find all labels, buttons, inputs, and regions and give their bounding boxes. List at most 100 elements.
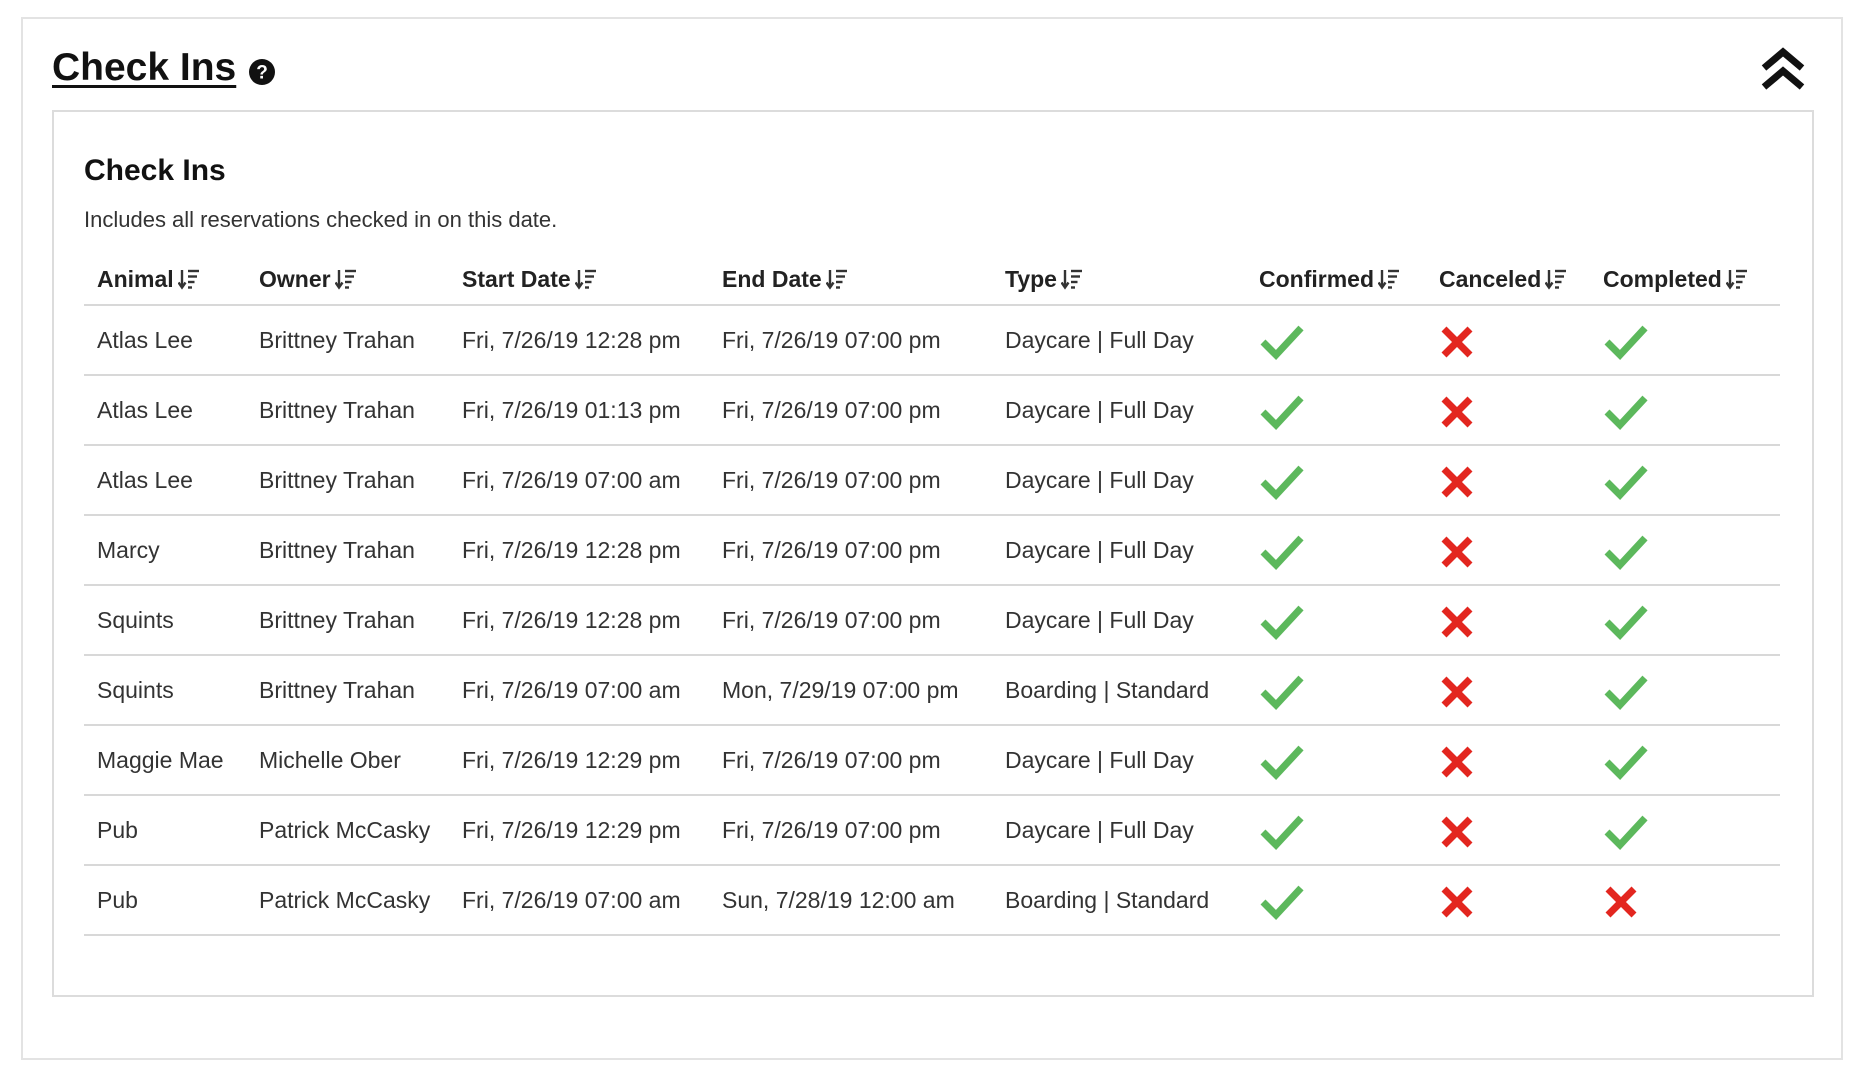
check-icon <box>1260 605 1304 641</box>
cross-icon <box>1441 606 1473 638</box>
report-title: Check Ins <box>84 154 226 187</box>
sort-descending-icon[interactable] <box>1725 268 1748 290</box>
start-date-cell: Fri, 7/26/19 07:00 am <box>449 655 709 726</box>
completed-cell <box>1590 795 1780 866</box>
canceled-cell <box>1426 375 1590 446</box>
double-chevron-up-icon[interactable] <box>1758 46 1808 94</box>
completed-cell <box>1590 305 1780 376</box>
canceled-cell <box>1426 655 1590 726</box>
check-icon <box>1604 605 1648 641</box>
column-header-label: Start Date <box>462 265 571 292</box>
canceled-cell <box>1426 725 1590 796</box>
owner-cell: Brittney Trahan <box>246 375 449 446</box>
column-header-label: Owner <box>259 265 331 292</box>
owner-cell: Patrick McCasky <box>246 865 449 936</box>
check-icon <box>1604 675 1648 711</box>
start-date-cell: Fri, 7/26/19 07:00 am <box>449 865 709 936</box>
animal-cell: Pub <box>84 865 246 936</box>
owner-cell: Brittney Trahan <box>246 515 449 586</box>
column-header-owner[interactable]: Owner <box>246 254 449 306</box>
check-icon <box>1604 465 1648 501</box>
sort-descending-icon[interactable] <box>1378 268 1400 290</box>
owner-cell: Brittney Trahan <box>246 305 449 376</box>
completed-cell <box>1590 515 1780 586</box>
animal-cell: Squints <box>84 585 246 656</box>
owner-cell: Brittney Trahan <box>246 655 449 726</box>
canceled-cell <box>1426 795 1590 866</box>
type-cell: Daycare | Full Day <box>992 585 1246 656</box>
type-cell: Daycare | Full Day <box>992 375 1246 446</box>
end-date-cell: Sun, 7/28/19 12:00 am <box>709 865 992 936</box>
check-icon <box>1260 325 1304 361</box>
canceled-cell <box>1426 585 1590 656</box>
sort-descending-icon[interactable] <box>177 268 200 290</box>
animal-cell: Squints <box>84 655 246 726</box>
column-header-label: Completed <box>1603 265 1722 292</box>
column-header-label: Canceled <box>1439 265 1542 292</box>
table-header-row: Animal Owner Start Date End Date Type Confirm… <box>84 254 1780 306</box>
owner-cell: Brittney Trahan <box>246 585 449 656</box>
start-date-cell: Fri, 7/26/19 12:28 pm <box>449 515 709 586</box>
type-cell: Daycare | Full Day <box>992 725 1246 796</box>
owner-cell: Brittney Trahan <box>246 445 449 516</box>
sort-descending-icon[interactable] <box>1545 268 1567 290</box>
cross-icon <box>1441 466 1473 498</box>
confirmed-cell <box>1246 795 1426 866</box>
check-icon <box>1260 675 1304 711</box>
check-icon <box>1604 395 1648 431</box>
table-row: Pub Patrick McCasky Fri, 7/26/19 07:00 am S… <box>84 865 1780 936</box>
animal-cell: Atlas Lee <box>84 375 246 446</box>
animal-cell: Pub <box>84 795 246 866</box>
column-header-label: Type <box>1005 265 1057 292</box>
report-subtitle: Includes all reservations checked in on … <box>84 207 558 232</box>
sort-descending-icon[interactable] <box>1060 268 1083 290</box>
column-header-animal[interactable]: Animal <box>84 254 246 306</box>
sort-descending-icon[interactable] <box>574 268 597 290</box>
confirmed-cell <box>1246 655 1426 726</box>
panel-title-link[interactable]: Check Ins <box>52 46 236 90</box>
completed-cell <box>1590 375 1780 446</box>
sort-descending-icon[interactable] <box>825 268 848 290</box>
table-row: Atlas Lee Brittney Trahan Fri, 7/26/19 01:… <box>84 375 1780 446</box>
column-header-label: Confirmed <box>1259 265 1374 292</box>
type-cell: Daycare | Full Day <box>992 795 1246 866</box>
end-date-cell: Fri, 7/26/19 07:00 pm <box>709 585 992 656</box>
table-row: Squints Brittney Trahan Fri, 7/26/19 07:00… <box>84 655 1780 726</box>
column-header-end-date[interactable]: End Date <box>709 254 992 306</box>
completed-cell <box>1590 445 1780 516</box>
cross-icon <box>1441 816 1473 848</box>
column-header-type[interactable]: Type <box>992 254 1246 306</box>
start-date-cell: Fri, 7/26/19 01:13 pm <box>449 375 709 446</box>
confirmed-cell <box>1246 515 1426 586</box>
table-body: Atlas Lee Brittney Trahan Fri, 7/26/19 12:… <box>84 305 1780 936</box>
question-circle-icon[interactable]: ? <box>248 58 276 86</box>
check-icon <box>1260 815 1304 851</box>
cross-icon <box>1441 676 1473 708</box>
check-icon <box>1260 395 1304 431</box>
sort-descending-icon[interactable] <box>334 268 357 290</box>
column-header-confirmed[interactable]: Confirmed <box>1246 254 1426 306</box>
completed-cell <box>1590 585 1780 656</box>
end-date-cell: Fri, 7/26/19 07:00 pm <box>709 305 992 376</box>
confirmed-cell <box>1246 375 1426 446</box>
column-header-label: End Date <box>722 265 822 292</box>
column-header-start-date[interactable]: Start Date <box>449 254 709 306</box>
column-header-completed[interactable]: Completed <box>1590 254 1780 306</box>
animal-cell: Maggie Mae <box>84 725 246 796</box>
cross-icon <box>1605 886 1637 918</box>
cross-icon <box>1441 396 1473 428</box>
type-cell: Boarding | Standard <box>992 655 1246 726</box>
animal-cell: Atlas Lee <box>84 445 246 516</box>
confirmed-cell <box>1246 865 1426 936</box>
start-date-cell: Fri, 7/26/19 07:00 am <box>449 445 709 516</box>
column-header-canceled[interactable]: Canceled <box>1426 254 1590 306</box>
check-icon <box>1604 815 1648 851</box>
confirmed-cell <box>1246 305 1426 376</box>
animal-cell: Atlas Lee <box>84 305 246 376</box>
svg-text:?: ? <box>256 63 268 84</box>
table-row: Marcy Brittney Trahan Fri, 7/26/19 12:28 p… <box>84 515 1780 586</box>
table-row: Squints Brittney Trahan Fri, 7/26/19 12:28… <box>84 585 1780 656</box>
confirmed-cell <box>1246 725 1426 796</box>
check-icon <box>1260 885 1304 921</box>
canceled-cell <box>1426 865 1590 936</box>
